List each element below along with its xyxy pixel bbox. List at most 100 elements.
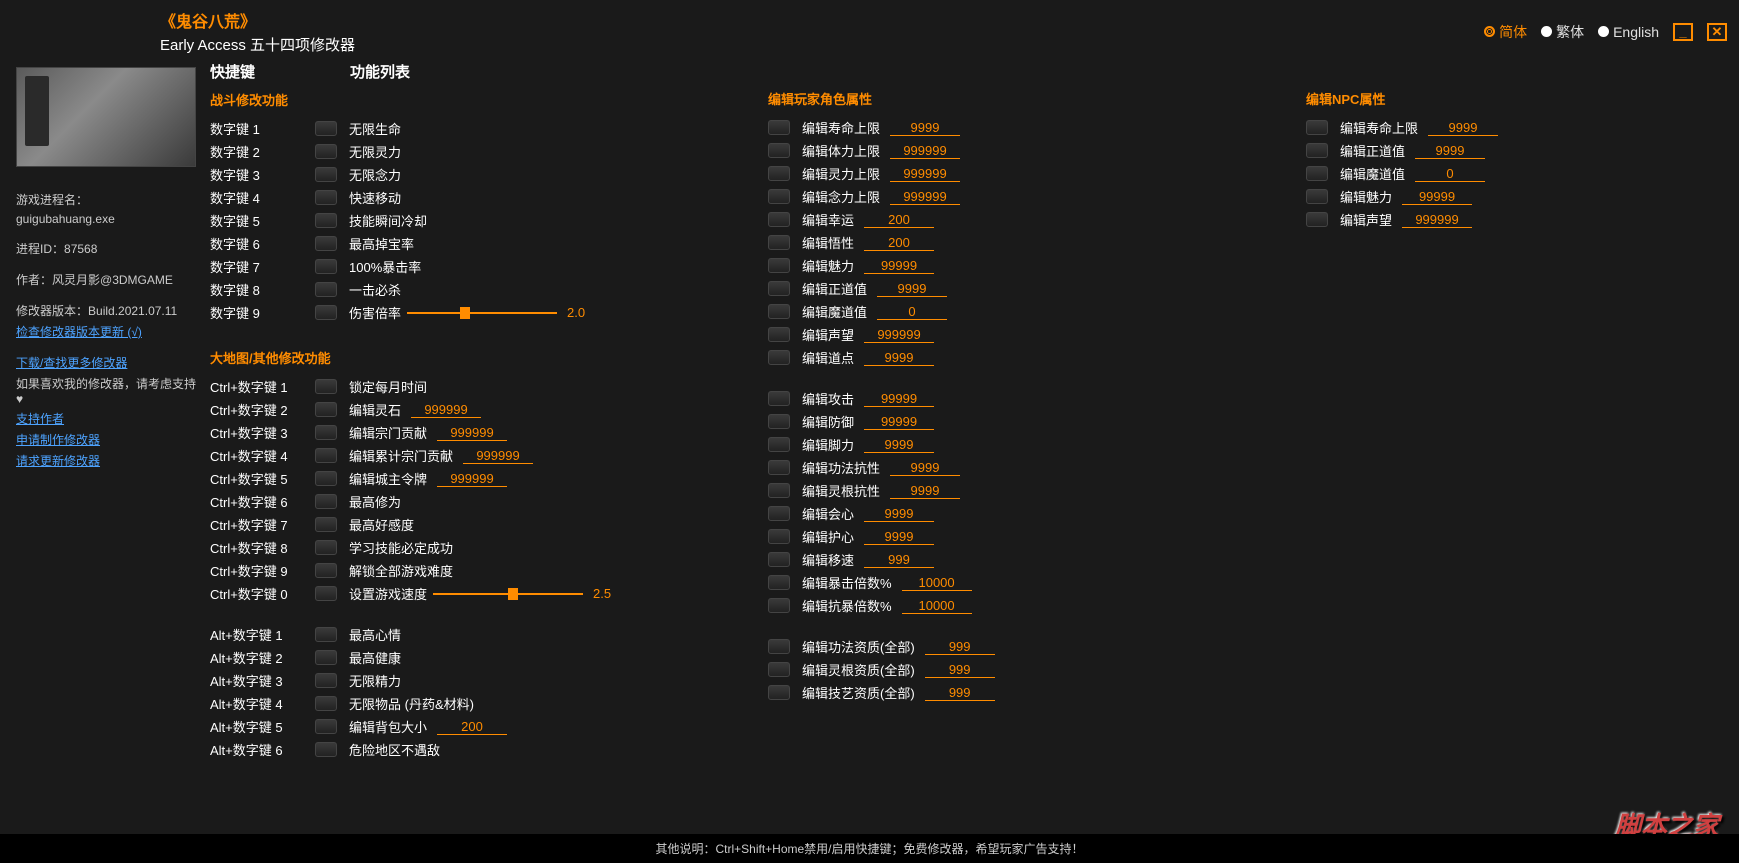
toggle-button[interactable] <box>315 425 337 440</box>
toggle-button[interactable] <box>315 144 337 159</box>
toggle-button[interactable] <box>315 627 337 642</box>
value-input[interactable]: 9999 <box>890 120 960 136</box>
toggle-button[interactable] <box>768 235 790 250</box>
toggle-button[interactable] <box>315 673 337 688</box>
toggle-button[interactable] <box>768 189 790 204</box>
value-input[interactable]: 99999 <box>864 258 934 274</box>
toggle-button[interactable] <box>315 121 337 136</box>
toggle-button[interactable] <box>315 494 337 509</box>
value-input[interactable]: 99999 <box>1402 189 1472 205</box>
toggle-button[interactable] <box>1306 120 1328 135</box>
toggle-button[interactable] <box>315 719 337 734</box>
toggle-button[interactable] <box>315 167 337 182</box>
value-input[interactable]: 999999 <box>864 327 934 343</box>
toggle-button[interactable] <box>315 282 337 297</box>
toggle-button[interactable] <box>315 540 337 555</box>
toggle-button[interactable] <box>768 327 790 342</box>
toggle-button[interactable] <box>315 471 337 486</box>
value-input[interactable]: 9999 <box>864 506 934 522</box>
toggle-button[interactable] <box>315 696 337 711</box>
value-input[interactable]: 10000 <box>902 575 972 591</box>
toggle-button[interactable] <box>315 259 337 274</box>
value-input[interactable]: 999 <box>864 552 934 568</box>
toggle-button[interactable] <box>768 350 790 365</box>
value-input[interactable]: 10000 <box>902 598 972 614</box>
toggle-button[interactable] <box>1306 189 1328 204</box>
toggle-button[interactable] <box>768 685 790 700</box>
toggle-button[interactable] <box>768 529 790 544</box>
toggle-button[interactable] <box>315 305 337 320</box>
value-input[interactable]: 999 <box>925 685 995 701</box>
value-input[interactable]: 999999 <box>890 189 960 205</box>
value-input[interactable]: 999999 <box>1402 212 1472 228</box>
value-input[interactable]: 0 <box>1415 166 1485 182</box>
toggle-button[interactable] <box>768 166 790 181</box>
value-input[interactable]: 9999 <box>1415 143 1485 159</box>
lang-english[interactable]: English <box>1598 24 1659 40</box>
toggle-button[interactable] <box>768 391 790 406</box>
toggle-button[interactable] <box>768 575 790 590</box>
toggle-button[interactable] <box>315 448 337 463</box>
value-input[interactable]: 999999 <box>411 402 481 418</box>
toggle-button[interactable] <box>768 598 790 613</box>
minimize-button[interactable]: _ <box>1673 23 1693 41</box>
toggle-button[interactable] <box>768 662 790 677</box>
value-input[interactable]: 9999 <box>864 437 934 453</box>
value-input[interactable]: 0 <box>877 304 947 320</box>
value-input[interactable]: 999999 <box>437 425 507 441</box>
value-input[interactable]: 999 <box>925 639 995 655</box>
value-input[interactable]: 200 <box>864 235 934 251</box>
toggle-button[interactable] <box>768 281 790 296</box>
toggle-button[interactable] <box>768 639 790 654</box>
toggle-button[interactable] <box>315 190 337 205</box>
toggle-button[interactable] <box>315 379 337 394</box>
check-update-link[interactable]: 检查修改器版本更新 (√) <box>16 323 204 340</box>
toggle-button[interactable] <box>1306 212 1328 227</box>
toggle-button[interactable] <box>768 212 790 227</box>
value-input[interactable]: 999 <box>925 662 995 678</box>
toggle-button[interactable] <box>315 742 337 757</box>
slider[interactable]: 2.5 <box>433 586 611 601</box>
download-more-link[interactable]: 下载/查找更多修改器 <box>16 354 204 371</box>
apply-create-link[interactable]: 申请制作修改器 <box>16 431 204 448</box>
toggle-button[interactable] <box>768 143 790 158</box>
value-input[interactable]: 999999 <box>890 166 960 182</box>
toggle-button[interactable] <box>1306 143 1328 158</box>
value-input[interactable]: 999999 <box>890 143 960 159</box>
lang-simplified[interactable]: 简体 <box>1484 22 1527 42</box>
toggle-button[interactable] <box>768 460 790 475</box>
toggle-button[interactable] <box>315 563 337 578</box>
toggle-button[interactable] <box>315 650 337 665</box>
toggle-button[interactable] <box>315 586 337 601</box>
toggle-button[interactable] <box>768 506 790 521</box>
toggle-button[interactable] <box>768 483 790 498</box>
value-input[interactable]: 99999 <box>864 414 934 430</box>
value-input[interactable]: 9999 <box>890 460 960 476</box>
support-author-link[interactable]: 支持作者 <box>16 410 204 427</box>
close-button[interactable]: ✕ <box>1707 23 1727 41</box>
toggle-button[interactable] <box>315 402 337 417</box>
toggle-button[interactable] <box>768 120 790 135</box>
value-input[interactable]: 9999 <box>1428 120 1498 136</box>
value-input[interactable]: 9999 <box>877 281 947 297</box>
toggle-button[interactable] <box>768 304 790 319</box>
slider[interactable]: 2.0 <box>407 305 585 320</box>
toggle-button[interactable] <box>768 258 790 273</box>
toggle-button[interactable] <box>315 213 337 228</box>
toggle-button[interactable] <box>1306 166 1328 181</box>
value-input[interactable]: 9999 <box>890 483 960 499</box>
lang-traditional[interactable]: 繁体 <box>1541 22 1584 42</box>
value-input[interactable]: 9999 <box>864 350 934 366</box>
value-input[interactable]: 200 <box>864 212 934 228</box>
value-input[interactable]: 9999 <box>864 529 934 545</box>
toggle-button[interactable] <box>315 236 337 251</box>
toggle-button[interactable] <box>768 437 790 452</box>
request-update-link[interactable]: 请求更新修改器 <box>16 452 204 469</box>
value-input[interactable]: 200 <box>437 719 507 735</box>
value-input[interactable]: 99999 <box>864 391 934 407</box>
value-input[interactable]: 999999 <box>437 471 507 487</box>
toggle-button[interactable] <box>315 517 337 532</box>
toggle-button[interactable] <box>768 414 790 429</box>
value-input[interactable]: 999999 <box>463 448 533 464</box>
toggle-button[interactable] <box>768 552 790 567</box>
